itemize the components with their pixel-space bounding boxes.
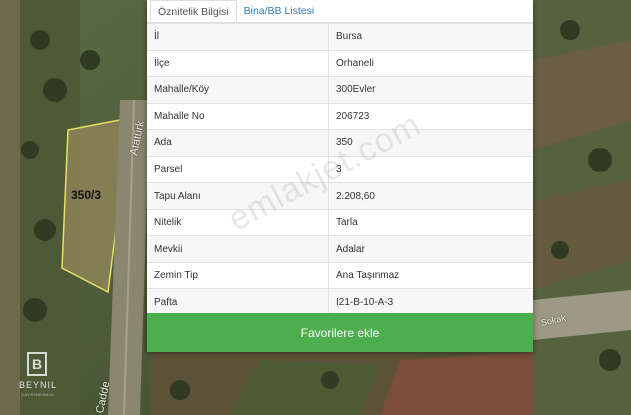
brand-logo: B BEYNIL GAYRİMENKUL: [12, 346, 64, 408]
add-to-favorites-button[interactable]: Favorilere ekle: [147, 313, 533, 352]
table-row: Mahalle/Köy 300Evler: [147, 76, 533, 104]
parcel-info-panel: Öznitelik Bilgisi Bina/BB Listesi İl Bur…: [147, 0, 533, 352]
row-key: İlçe: [147, 49, 329, 77]
row-value: 300Evler: [328, 76, 533, 104]
parcel-label: 350/3: [71, 188, 102, 202]
row-key: Mevkii: [147, 235, 329, 263]
logo-subtitle: GAYRİMENKUL: [20, 392, 56, 397]
table-row: Parsel 3: [147, 155, 533, 183]
row-key: Ada: [147, 129, 329, 157]
table-row: Ada 350: [147, 129, 533, 157]
row-value: 3: [328, 155, 533, 183]
row-value: 206723: [328, 102, 533, 130]
row-key: İl: [147, 23, 329, 51]
row-value: Tarla: [328, 208, 533, 236]
table-row: İlçe Orhaneli: [147, 49, 533, 77]
table-row: Zemin Tip Ana Taşınmaz: [147, 261, 533, 289]
row-value: Bursa: [328, 23, 533, 51]
logo-letter: B: [27, 352, 47, 376]
table-row: Tapu Alanı 2.208,60: [147, 182, 533, 210]
tab-attribute-info[interactable]: Öznitelik Bilgisi: [150, 0, 237, 22]
logo-name: BEYNIL: [18, 380, 57, 390]
row-key: Mahalle No: [147, 102, 329, 130]
panel-tabs: Öznitelik Bilgisi Bina/BB Listesi: [147, 0, 533, 23]
row-value: I21-B-10-A-3: [328, 288, 533, 316]
row-key: Mahalle/Köy: [147, 76, 329, 104]
row-value: 350: [328, 129, 533, 157]
row-key: Nitelik: [147, 208, 329, 236]
row-key: Parsel: [147, 155, 329, 183]
row-key: Pafta: [147, 288, 329, 316]
table-row: Mahalle No 206723: [147, 102, 533, 130]
attribute-table: İl Bursa İlçe Orhaneli Mahalle/Köy 300Ev…: [147, 23, 533, 316]
row-value: Adalar: [328, 235, 533, 263]
row-value: Ana Taşınmaz: [328, 261, 533, 289]
row-value: 2.208,60: [328, 182, 533, 210]
row-key: Zemin Tip: [147, 261, 329, 289]
table-row: Mevkii Adalar: [147, 235, 533, 263]
row-key: Tapu Alanı: [147, 182, 329, 210]
table-row: Nitelik Tarla: [147, 208, 533, 236]
table-row: Pafta I21-B-10-A-3: [147, 288, 533, 316]
row-value: Orhaneli: [328, 49, 533, 77]
tab-building-list[interactable]: Bina/BB Listesi: [237, 0, 322, 22]
table-row: İl Bursa: [147, 23, 533, 51]
